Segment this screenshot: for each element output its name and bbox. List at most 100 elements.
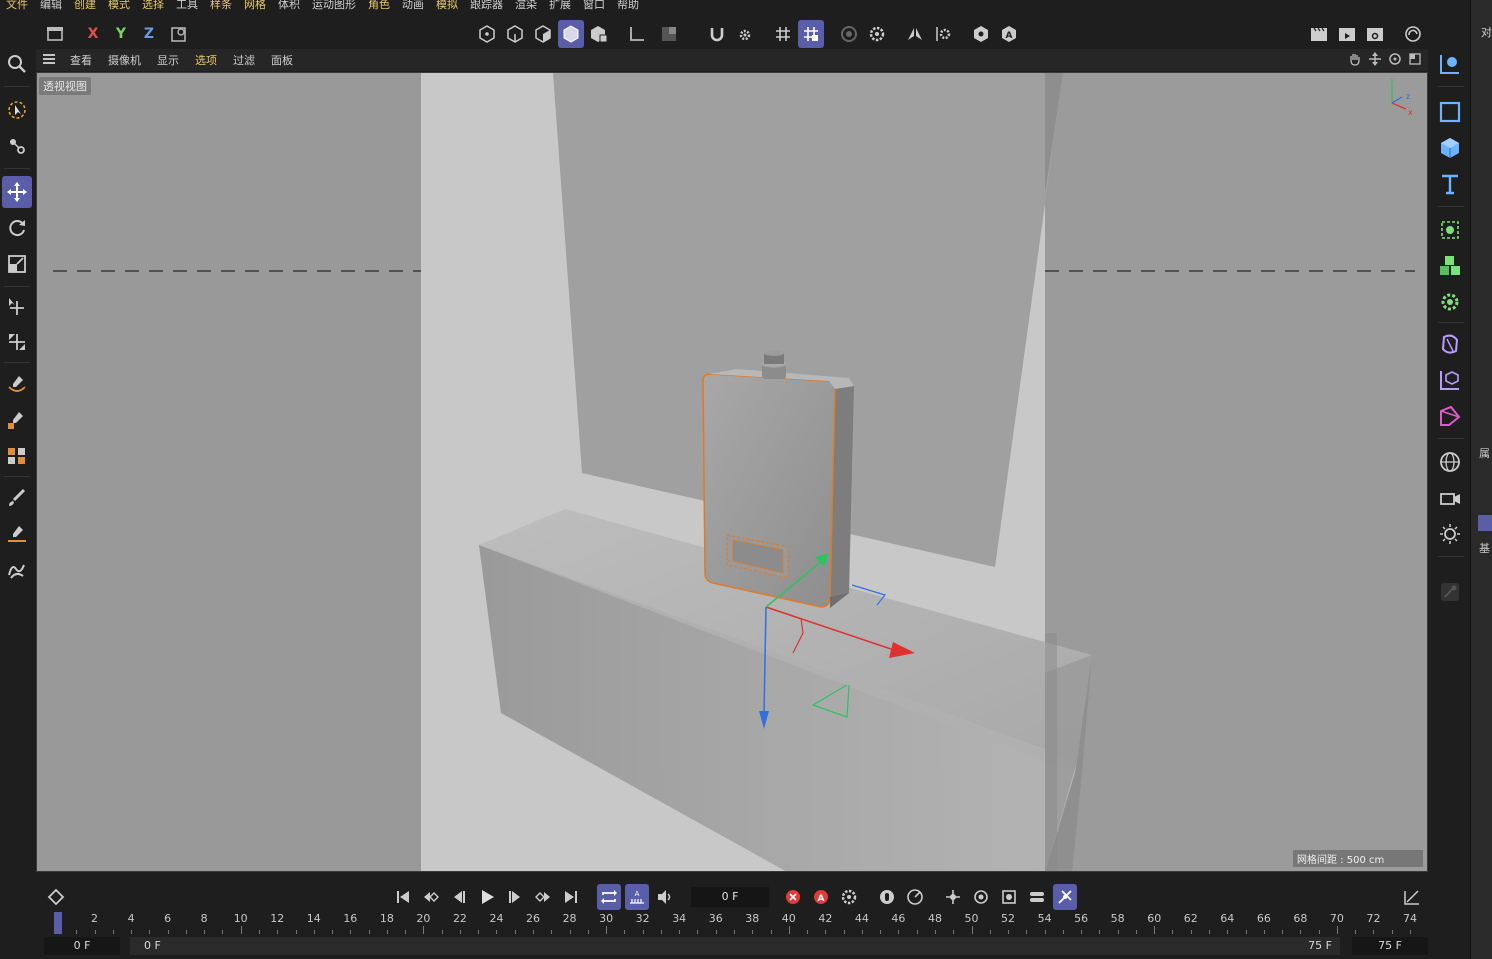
render-view-button[interactable] bbox=[836, 20, 862, 48]
previous-key-button[interactable] bbox=[419, 884, 443, 910]
layout-button[interactable] bbox=[1400, 20, 1426, 48]
autokey-record-button[interactable]: A bbox=[809, 884, 833, 910]
menu-item-10[interactable]: 角色 bbox=[362, 0, 396, 10]
previous-frame-button[interactable] bbox=[447, 884, 471, 910]
model-mode-button[interactable] bbox=[474, 20, 500, 48]
spline-arc-button[interactable] bbox=[2, 554, 32, 586]
edge-mode-button[interactable] bbox=[502, 20, 528, 48]
range-start-field[interactable]: 0 F bbox=[44, 937, 120, 955]
workplane-button[interactable] bbox=[624, 20, 650, 48]
record-keys-button[interactable] bbox=[781, 884, 805, 910]
add-effector-button[interactable] bbox=[1434, 286, 1466, 318]
menu-item-4[interactable]: 选择 bbox=[136, 0, 170, 10]
go-to-start-button[interactable] bbox=[391, 884, 415, 910]
placement-tool-button[interactable] bbox=[2, 326, 32, 358]
pan-hand-icon[interactable] bbox=[1348, 52, 1362, 66]
menu-item-7[interactable]: 网格 bbox=[238, 0, 272, 10]
add-text-button[interactable] bbox=[1434, 168, 1466, 200]
menu-item-13[interactable]: 跟踪器 bbox=[464, 0, 509, 10]
sketch-tool-button[interactable] bbox=[2, 404, 32, 436]
symmetry-settings-button[interactable] bbox=[930, 20, 956, 48]
hamburger-menu-icon[interactable] bbox=[36, 53, 62, 68]
menu-item-6[interactable]: 样条 bbox=[204, 0, 238, 10]
menu-item-0[interactable]: 文件 bbox=[0, 0, 34, 10]
search-button[interactable] bbox=[2, 48, 32, 80]
current-frame-field[interactable]: 0 F bbox=[691, 887, 769, 907]
auto-keyframe-button[interactable]: A bbox=[625, 884, 649, 910]
coordinate-system-button[interactable] bbox=[166, 20, 192, 48]
brush-tool-button[interactable] bbox=[2, 482, 32, 514]
spline-smooth-button[interactable] bbox=[2, 440, 32, 472]
keyframe-selection-button[interactable] bbox=[875, 884, 899, 910]
add-generator-button[interactable] bbox=[1434, 364, 1466, 396]
add-field-button[interactable] bbox=[1434, 400, 1466, 432]
menu-item-1[interactable]: 编辑 bbox=[34, 0, 68, 10]
range-end-field[interactable]: 75 F bbox=[1352, 937, 1428, 955]
menu-item-2[interactable]: 创建 bbox=[68, 0, 102, 10]
range-slider[interactable]: 0 F 75 F bbox=[130, 937, 1340, 955]
polygon-mode-button[interactable] bbox=[530, 20, 556, 48]
playhead[interactable] bbox=[54, 912, 62, 934]
add-deformer-button[interactable] bbox=[1434, 328, 1466, 360]
parameter-key-button[interactable] bbox=[1025, 884, 1049, 910]
menu-item-9[interactable]: 运动图形 bbox=[306, 0, 362, 10]
dolly-arrows-icon[interactable] bbox=[1368, 52, 1382, 66]
animate-mode-button[interactable]: A bbox=[996, 20, 1022, 48]
model-solid-mode-button[interactable] bbox=[558, 20, 584, 48]
timeline-expand-button[interactable] bbox=[1400, 884, 1424, 910]
add-plane-button[interactable] bbox=[1434, 96, 1466, 128]
rotate-tool-button[interactable] bbox=[2, 212, 32, 244]
viewport-solo-button[interactable] bbox=[656, 20, 682, 48]
move-tool-button[interactable] bbox=[2, 176, 32, 208]
add-mograph-button[interactable] bbox=[1434, 250, 1466, 282]
add-tag-button[interactable] bbox=[1434, 576, 1466, 608]
play-button[interactable] bbox=[475, 884, 499, 910]
go-to-end-button[interactable] bbox=[559, 884, 583, 910]
basic-tab-label[interactable]: 基 bbox=[1479, 540, 1490, 556]
maximize-view-icon[interactable] bbox=[1408, 52, 1422, 66]
add-cloner-button[interactable] bbox=[1434, 214, 1466, 246]
timeline-ruler[interactable]: 0246810121416182022242628303234363840424… bbox=[44, 912, 1424, 934]
snap-button[interactable] bbox=[704, 20, 730, 48]
menu-item-17[interactable]: 帮助 bbox=[611, 0, 645, 10]
grid-snap-button[interactable] bbox=[770, 20, 796, 48]
undo-history-button[interactable] bbox=[42, 20, 68, 48]
point-level-animation-button[interactable] bbox=[1053, 884, 1077, 910]
add-light-button[interactable] bbox=[1434, 518, 1466, 550]
menu-item-11[interactable]: 动画 bbox=[396, 0, 430, 10]
motion-recording-button[interactable] bbox=[903, 884, 927, 910]
symmetry-button[interactable] bbox=[902, 20, 928, 48]
selection-tool-button[interactable] bbox=[2, 94, 32, 126]
axis-x-lock-button[interactable]: X bbox=[80, 20, 106, 48]
rotation-key-button[interactable] bbox=[969, 884, 993, 910]
menu-item-12[interactable]: 模拟 bbox=[430, 0, 464, 10]
quantize-button[interactable] bbox=[798, 20, 824, 48]
keyframe-button[interactable] bbox=[44, 884, 68, 910]
viewport-menu-item-1[interactable]: 摄像机 bbox=[100, 52, 149, 68]
viewport-menu-item-2[interactable]: 显示 bbox=[149, 52, 187, 68]
menu-item-16[interactable]: 窗口 bbox=[577, 0, 611, 10]
menu-item-3[interactable]: 模式 bbox=[102, 0, 136, 10]
axis-y-lock-button[interactable]: Y bbox=[108, 20, 134, 48]
next-key-button[interactable] bbox=[531, 884, 555, 910]
spline-pen-button[interactable] bbox=[2, 368, 32, 400]
add-environment-button[interactable] bbox=[1434, 446, 1466, 478]
render-settings-button[interactable] bbox=[864, 20, 890, 48]
viewport-menu-item-4[interactable]: 过滤 bbox=[225, 52, 263, 68]
add-null-button[interactable] bbox=[1434, 48, 1466, 80]
render-active-view-button[interactable] bbox=[1306, 20, 1332, 48]
add-camera-button[interactable] bbox=[1434, 482, 1466, 514]
perspective-viewport[interactable]: y z x 透视视图 网格间距 : 500 cm bbox=[36, 72, 1428, 872]
knife-tool-button[interactable] bbox=[2, 518, 32, 550]
snap-settings-button[interactable] bbox=[732, 20, 758, 48]
transfer-tool-button[interactable] bbox=[2, 290, 32, 322]
loop-button[interactable] bbox=[597, 884, 621, 910]
scale-key-button[interactable] bbox=[997, 884, 1021, 910]
axis-z-lock-button[interactable]: Z bbox=[136, 20, 162, 48]
viewport-menu-item-0[interactable]: 查看 bbox=[62, 52, 100, 68]
tweak-tool-button[interactable] bbox=[2, 130, 32, 162]
scale-tool-button[interactable] bbox=[2, 248, 32, 280]
objects-tab[interactable]: 对 bbox=[1481, 24, 1492, 40]
viewport-menu-item-3[interactable]: 选项 bbox=[187, 52, 225, 68]
uv-mode-button[interactable] bbox=[586, 20, 612, 48]
